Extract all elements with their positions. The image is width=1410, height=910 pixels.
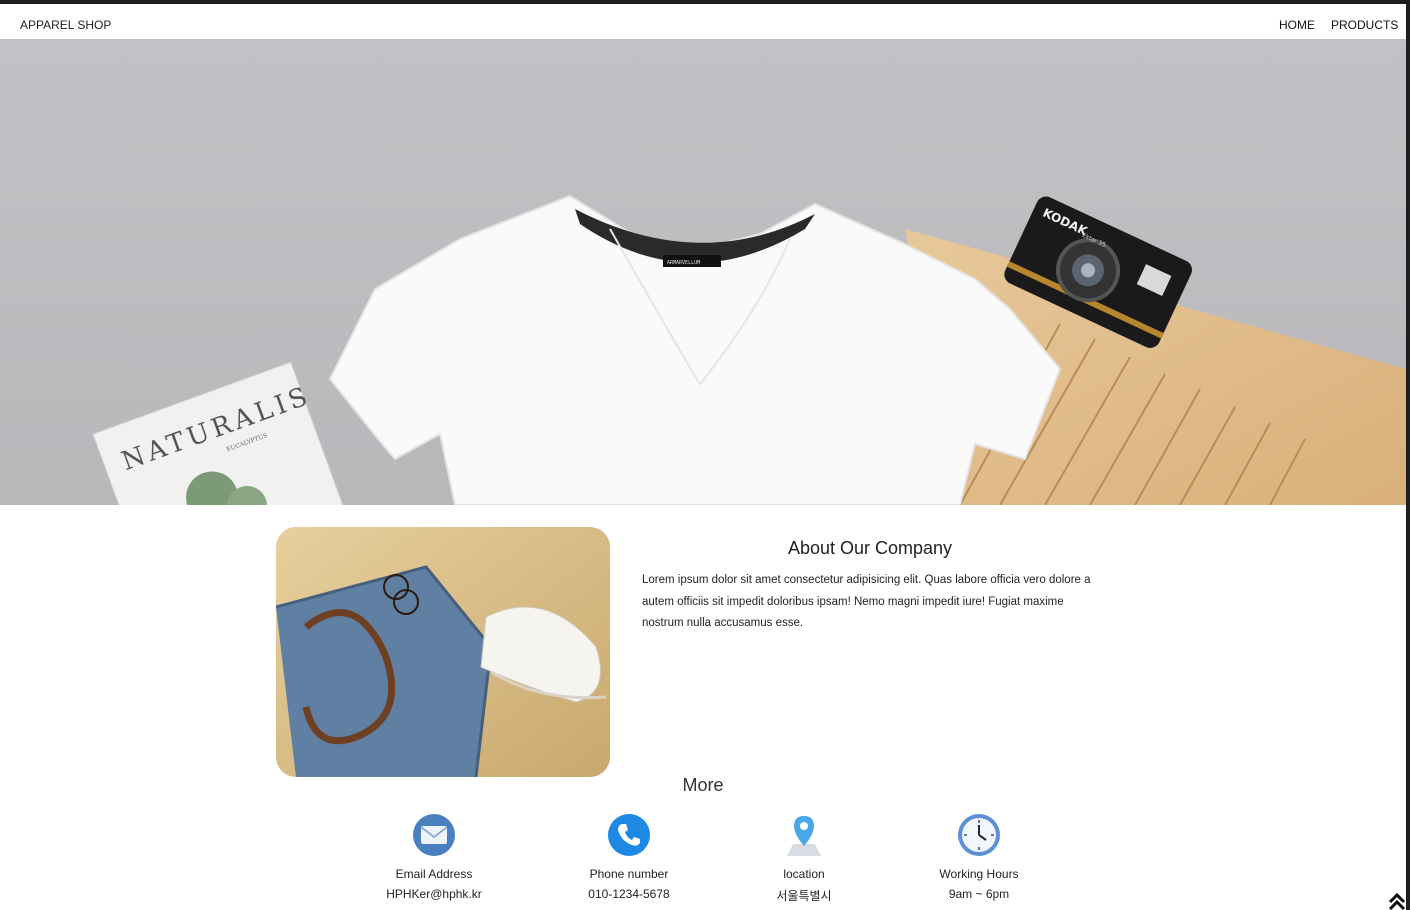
info-email-label: Email Address (395, 867, 473, 881)
info-email: Email Address HPHKer@hphk.kr (344, 812, 524, 901)
info-location: location 서울특별시 (714, 812, 894, 904)
about-photo (276, 527, 610, 777)
phone-icon (608, 814, 650, 856)
more-title: More (682, 775, 724, 795)
about-title: About Our Company (787, 538, 953, 558)
info-email-value: HPHKer@hphk.kr (386, 887, 482, 901)
window-scrollbar-edge (1406, 0, 1410, 910)
info-phone-value: 010-1234-5678 (588, 887, 670, 901)
info-location-label: location (783, 867, 825, 881)
info-hours-label: Working Hours (939, 867, 1019, 881)
clock-icon (958, 814, 1000, 856)
brand-link[interactable]: APPAREL SHOP (20, 18, 111, 32)
nav-products-link[interactable]: PRODUCTS (1331, 18, 1398, 32)
hero-image: NATURALIS EUCALYPTUS ARMARVELLUM KODAK E… (0, 39, 1406, 505)
navbar: APPAREL SHOP HOME PRODUCTS (0, 4, 1406, 39)
envelope-icon (413, 814, 455, 856)
info-hours-value: 9am ~ 6pm (948, 887, 1010, 901)
info-phone-label: Phone number (589, 867, 669, 881)
svg-text:ARMARVELLUM: ARMARVELLUM (667, 260, 700, 266)
hero-banner: NATURALIS EUCALYPTUS ARMARVELLUM KODAK E… (0, 39, 1406, 505)
scroll-to-top-icon[interactable] (1388, 893, 1406, 910)
nav-home-link[interactable]: HOME (1279, 18, 1315, 32)
info-hours: Working Hours 9am ~ 6pm (889, 812, 1069, 901)
info-location-value: 서울특별시 (776, 889, 832, 903)
location-pin-icon (787, 816, 821, 856)
info-phone: Phone number 010-1234-5678 (539, 812, 719, 901)
about-text: Lorem ipsum dolor sit amet consectetur a… (642, 574, 1091, 629)
